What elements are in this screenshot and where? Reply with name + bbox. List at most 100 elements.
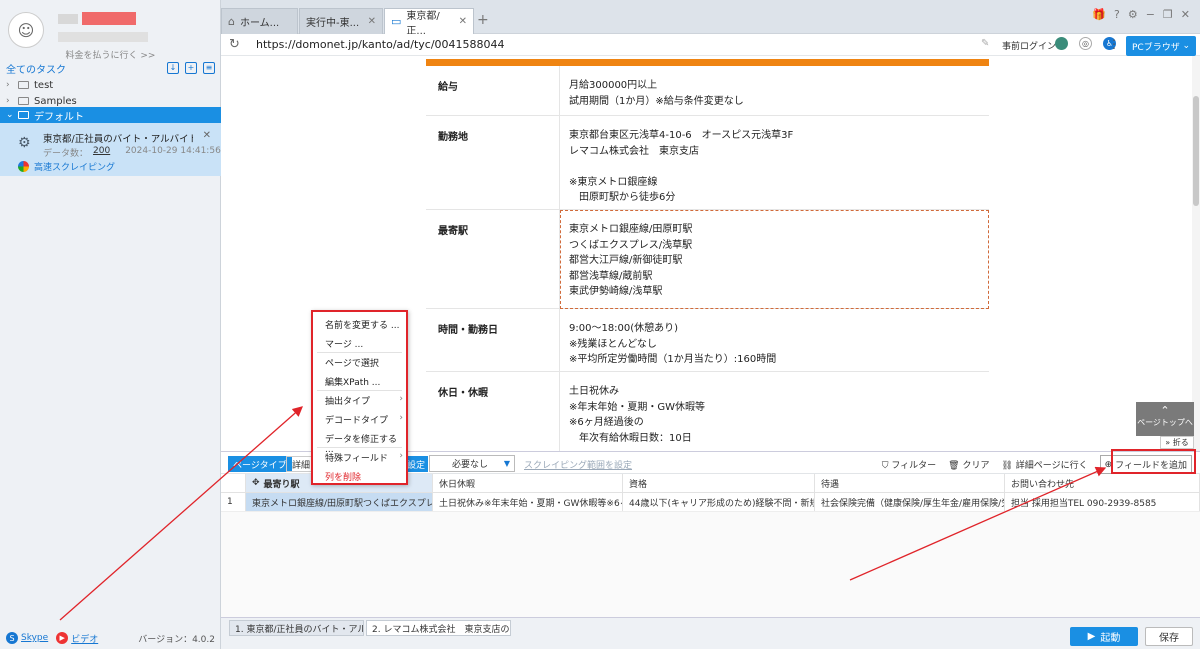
menu-item-special-field[interactable]: 特殊フィールド › [325, 451, 403, 464]
run-button[interactable]: ▶ 起動 [1070, 627, 1138, 646]
context-menu: 名前を変更する ... マージ ... ページで選択 編集XPath ... 抽… [311, 310, 408, 485]
column-header[interactable]: 資格 [623, 474, 815, 492]
close-icon[interactable]: ✕ [368, 16, 376, 27]
username-blur [58, 14, 78, 24]
move-icon[interactable]: ✥ [252, 478, 260, 488]
minimize-icon[interactable]: − [1146, 8, 1155, 21]
page-tab-2[interactable]: 2. レマコム株式会社 東京支店の... ⊗ [366, 620, 511, 636]
page-tab-label: 2. レマコム株式会社 東京支店の... [372, 624, 511, 635]
cookie-icon[interactable]: ◎ [1079, 37, 1092, 50]
edit-icon[interactable]: ✎ [981, 38, 989, 49]
url-field[interactable]: https://domonet.jp/kanto/ad/tyc/00415880… [256, 38, 505, 51]
table-cell[interactable]: 土日祝休み※年末年始・夏期・GW休暇等※6ヶ月経... [433, 493, 623, 511]
detail-page-button[interactable]: ⛓ 詳細ページに行く [1001, 458, 1087, 471]
scrollbar[interactable] [1192, 56, 1200, 451]
import-icon[interactable]: ↓ [167, 62, 179, 74]
menu-item-edit-xpath[interactable]: 編集XPath ... [325, 375, 403, 388]
tab-home[interactable]: ⌂ ホーム... [221, 8, 298, 34]
left-panel: ☺ 料金を払うに行く >> 全てのタスク ↓ + ≡ › test › Samp… [0, 0, 221, 649]
close-icon[interactable]: ✕ [203, 130, 211, 141]
data-count-link[interactable]: 200 [93, 146, 110, 159]
chevron-right-icon[interactable]: › [6, 80, 16, 90]
menu-label: 列を削除 [325, 473, 362, 483]
list-icon[interactable]: ≡ [203, 62, 215, 74]
chevron-right-icon[interactable]: › [6, 96, 16, 106]
add-tab-icon[interactable]: + [477, 12, 489, 28]
task-card[interactable]: ⚙ 東京都/正社員のバイト・アルバイト求人... ✕ データ数： 200 202… [0, 123, 221, 176]
link-icon: ⛓ [1001, 461, 1013, 471]
row-value[interactable]: 月給300000円以上 試用期間（1か月）※給与条件変更なし [569, 78, 744, 109]
gift-icon[interactable]: 🎁 [1092, 8, 1106, 21]
grid-empty-area [221, 512, 1200, 618]
address-bar: ↻ https://domonet.jp/kanto/ad/tyc/004158… [221, 34, 1200, 56]
browser-tab-bar: ⌂ ホーム... 実行中-東... ✕ ▭ 東京都/正... ✕ + 🎁 ? ⚙… [221, 0, 1200, 37]
row-value[interactable]: 東京都台東区元浅草4-10-6 オースピス元浅草3F レマコム株式会社 東京支店… [569, 128, 793, 206]
settings-icon[interactable]: ⚙ [1128, 8, 1138, 21]
page-tab-1[interactable]: 1. 東京都/正社員のバイト・アル... [229, 620, 364, 636]
restore-icon[interactable]: ❐ [1163, 8, 1173, 21]
browser-mode-select[interactable]: PCブラウザ ⌄ [1126, 36, 1196, 56]
close-window-icon[interactable]: ✕ [1181, 8, 1190, 21]
scrollbar-thumb[interactable] [1193, 96, 1199, 206]
table-cell[interactable]: 東京メトロ銀座線/田原町駅つくばエクスプレス/浅... [246, 493, 433, 511]
menu-item-rename[interactable]: 名前を変更する ... [325, 318, 403, 331]
tab-running[interactable]: 実行中-東... ✕ [299, 8, 383, 34]
filter-button[interactable]: ⛉ フィルター [882, 458, 936, 471]
pagination-select[interactable]: 必要なし ▼ [429, 455, 515, 472]
avatar[interactable]: ☺ [8, 12, 44, 48]
version-label: バージョン：4.0.2 [138, 634, 215, 645]
task-mode-label: 高速スクレイピング [34, 163, 116, 173]
menu-item-extract-type[interactable]: 抽出タイプ › [325, 394, 403, 407]
menu-label: 名前を変更する ... [325, 321, 400, 331]
row-label[interactable]: 最寄駅 [438, 222, 468, 237]
column-header[interactable]: お問い合わせ先 [1005, 474, 1200, 492]
selected-element-outline [560, 210, 989, 309]
table-cell[interactable]: 44歳以下(キャリア形成のため)経験不問・新規学卒... [623, 493, 815, 511]
all-tasks-header: 全てのタスク ↓ + ≡ [0, 60, 221, 76]
reload-icon[interactable]: ↻ [229, 37, 240, 52]
new-task-icon[interactable]: + [185, 62, 197, 74]
detail-page-label: 詳細ページに行く [1015, 461, 1088, 471]
profile-icon[interactable] [1055, 37, 1068, 50]
table-row[interactable]: 1 東京メトロ銀座線/田原町駅つくばエクスプレス/浅... 土日祝休み※年末年始… [221, 493, 1200, 512]
column-header[interactable]: 休日休暇 [433, 474, 623, 492]
menu-item-select-on-page[interactable]: ページで選択 [325, 356, 403, 369]
fold-button[interactable]: » 折る [1160, 436, 1194, 449]
clear-button[interactable]: 🗑 クリア [948, 458, 989, 471]
detail-row-hours: 時間・勤務日 9:00～18:00(休憩あり) ※残業ほとんどなし ※平均所定労… [426, 309, 989, 372]
menu-item-delete-column[interactable]: 列を削除 [325, 470, 403, 483]
column-header[interactable]: 待遇 [815, 474, 1005, 492]
skype-link[interactable]: Skype [21, 633, 48, 643]
page-type-button[interactable]: ページタイプ [228, 456, 292, 472]
more-icon[interactable]: ⋮ [1108, 37, 1120, 51]
row-label[interactable]: 給与 [438, 78, 458, 93]
help-icon[interactable]: ? [1114, 8, 1120, 21]
detail-row-holidays: 休日・休暇 土日祝休み ※年末年始・夏期・GW休暇等 ※6ヶ月経過後の 年次有給… [426, 372, 989, 451]
row-label[interactable]: 時間・勤務日 [438, 321, 498, 336]
tab-label: 実行中-東... [306, 18, 360, 29]
page-top-button[interactable]: ⌃ ページトップへ [1136, 402, 1194, 436]
folder-default[interactable]: ⌄ デフォルト [0, 107, 221, 123]
chevron-down-icon[interactable]: ⌄ [6, 110, 16, 120]
row-value[interactable]: 土日祝休み ※年末年始・夏期・GW休暇等 ※6ヶ月経過後の 年次有給休暇日数：1… [569, 384, 705, 446]
row-value[interactable]: 9:00～18:00(休憩あり) ※残業ほとんどなし ※平均所定労働時間（1か月… [569, 321, 776, 368]
folder-test[interactable]: › test [0, 77, 221, 93]
table-cell[interactable]: 担当 採用担当TEL 090-2939-8585 [1005, 493, 1200, 511]
row-label[interactable]: 休日・休暇 [438, 384, 488, 399]
close-icon[interactable]: ✕ [459, 16, 467, 27]
row-label[interactable]: 勤務地 [438, 128, 468, 143]
menu-item-merge[interactable]: マージ ... [325, 337, 403, 350]
video-link[interactable]: ビデオ [71, 632, 98, 645]
save-button[interactable]: 保存 [1145, 627, 1193, 646]
all-tasks-label[interactable]: 全てのタスク [6, 61, 66, 76]
bottom-bar: 1. 東京都/正社員のバイト・アル... 2. レマコム株式会社 東京支店の..… [221, 617, 1200, 649]
menu-label: デコードタイプ [325, 416, 389, 426]
scope-link[interactable]: スクレイピング範囲を設定 [524, 458, 632, 471]
task-name[interactable]: 東京都/正社員のバイト・アルバイト求人... [43, 131, 193, 145]
prelogin-button[interactable]: 事前ログイン [1002, 39, 1056, 52]
tab-current[interactable]: ▭ 東京都/正... ✕ [384, 8, 474, 37]
detail-row-salary: 給与 月給300000円以上 試用期間（1か月）※給与条件変更なし [426, 66, 989, 116]
folder-icon [18, 97, 29, 105]
table-cell[interactable]: 社会保険完備（健康保険/厚生年金/雇用保険/労災保... [815, 493, 1005, 511]
menu-item-decode-type[interactable]: デコードタイプ › [325, 413, 403, 426]
